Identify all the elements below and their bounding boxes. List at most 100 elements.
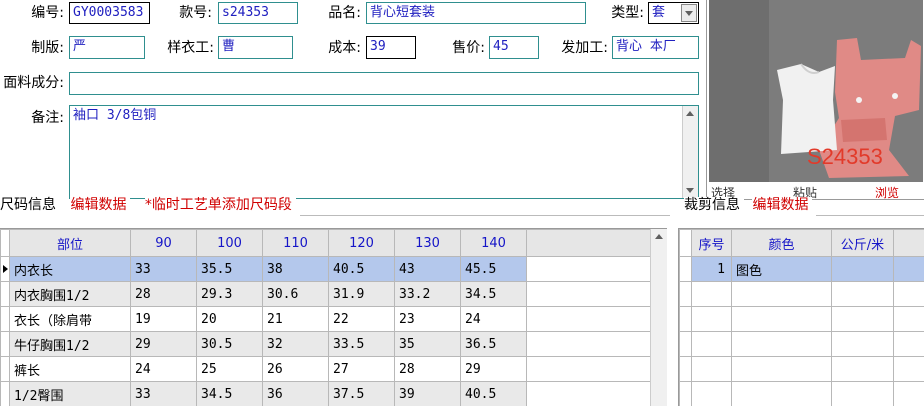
cell[interactable]: 34.5 [197, 382, 263, 406]
cell[interactable]: 33 [131, 382, 197, 406]
cell[interactable]: 33 [131, 257, 197, 282]
cell[interactable]: 28 [395, 357, 461, 382]
scroll-up-icon[interactable] [686, 111, 694, 116]
cell[interactable]: 28 [131, 282, 197, 307]
cell[interactable]: 29.3 [197, 282, 263, 307]
cell[interactable]: 33.2 [395, 282, 461, 307]
cell[interactable]: 36.5 [461, 332, 527, 357]
type-dropdown-button[interactable] [681, 4, 697, 22]
cell[interactable]: 内衣胸围1/2 [10, 282, 131, 307]
cell[interactable]: 23 [395, 307, 461, 332]
cell[interactable]: 29 [131, 332, 197, 357]
table-row[interactable] [680, 332, 924, 357]
browse-image-label: 浏览 [875, 186, 899, 200]
cell[interactable]: 裤长 [10, 357, 131, 382]
cell[interactable]: 32 [263, 332, 329, 357]
scroll-down-icon[interactable] [686, 188, 694, 193]
size-section-title: 尺码信息 [0, 197, 60, 213]
cell[interactable]: 43 [395, 257, 461, 282]
type-select[interactable]: 套 [648, 2, 699, 24]
price-field[interactable]: 45 [489, 36, 539, 59]
cell[interactable]: 25 [197, 357, 263, 382]
style-watermark: S24353 [807, 144, 883, 169]
cell[interactable]: 24 [131, 357, 197, 382]
browse-image-button[interactable]: 浏览 [875, 184, 899, 201]
cell[interactable]: 37.5 [329, 382, 395, 406]
product-name-field[interactable]: 背心短套装 [366, 2, 586, 24]
remark-text: 袖口 3/8包铜 [73, 108, 156, 123]
cell[interactable]: 35.5 [197, 257, 263, 282]
cost-field[interactable]: 39 [366, 36, 416, 59]
cell[interactable]: 33.5 [329, 332, 395, 357]
size-col-140[interactable]: 140 [461, 230, 527, 257]
cell[interactable]: 1 [692, 257, 732, 282]
fabric-field[interactable] [69, 72, 699, 95]
table-row[interactable]: 牛仔胸围1/2 29 30.5 32 33.5 35 36.5 [1, 332, 651, 357]
table-row[interactable]: 衣长（除肩带 19 20 21 22 23 24 [1, 307, 651, 332]
cell[interactable]: 35 [395, 332, 461, 357]
cut-col-color[interactable]: 颜色 [732, 230, 832, 257]
cell[interactable]: 内衣长 [10, 257, 131, 282]
table-row[interactable]: 内衣长 33 35.5 38 40.5 43 45.5 [1, 257, 651, 282]
style-field[interactable]: s24353 [218, 2, 298, 24]
cut-edit-link[interactable]: 编辑数据 [752, 197, 812, 213]
cell[interactable] [832, 257, 894, 282]
cell[interactable]: 22 [329, 307, 395, 332]
cell[interactable]: 34.5 [461, 282, 527, 307]
table-row[interactable] [680, 307, 924, 332]
size-col-110[interactable]: 110 [263, 230, 329, 257]
remark-textarea[interactable]: 袖口 3/8包铜 [69, 105, 699, 199]
cell[interactable]: 26 [263, 357, 329, 382]
size-col-100[interactable]: 100 [197, 230, 263, 257]
cell[interactable]: 19 [131, 307, 197, 332]
size-col-part[interactable]: 部位 [10, 230, 131, 257]
image-panel: S24353 选择 粘贴 浏览 [706, 0, 924, 200]
cell[interactable]: 24 [461, 307, 527, 332]
cell[interactable]: 1/2臀围 [10, 382, 131, 406]
cell[interactable]: 衣长（除肩带 [10, 307, 131, 332]
cell[interactable]: 30.6 [263, 282, 329, 307]
cell[interactable]: 39 [395, 382, 461, 406]
cell[interactable]: 36 [263, 382, 329, 406]
remark-scrollbar[interactable] [682, 106, 698, 198]
cell[interactable]: 21 [263, 307, 329, 332]
cell[interactable]: 38 [263, 257, 329, 282]
factory-field[interactable]: 背心 本厂 [612, 36, 699, 59]
cell[interactable]: 45.5 [461, 257, 527, 282]
table-row[interactable]: 裤长 24 25 26 27 28 29 [1, 357, 651, 382]
size-add-note[interactable]: *临时工艺单添加尺码段 [145, 197, 296, 213]
type-select-value: 套 [652, 5, 665, 20]
product-photo: S24353 [709, 0, 923, 182]
cut-col-kg-per-meter[interactable]: 公斤/米 [832, 230, 894, 257]
cell[interactable]: 40.5 [329, 257, 395, 282]
table-row[interactable] [680, 282, 924, 307]
size-col-90[interactable]: 90 [131, 230, 197, 257]
cut-col-index[interactable]: 序号 [692, 230, 732, 257]
pattern-field[interactable]: 严 [69, 36, 145, 59]
table-row[interactable]: 1/2臀围 33 34.5 36 37.5 39 40.5 [1, 382, 651, 406]
cell[interactable]: 31.9 [329, 282, 395, 307]
cell[interactable]: 27 [329, 357, 395, 382]
cell[interactable]: 40.5 [461, 382, 527, 406]
cell[interactable]: 30.5 [197, 332, 263, 357]
scroll-up-icon[interactable] [655, 234, 663, 239]
cell[interactable]: 牛仔胸围1/2 [10, 332, 131, 357]
product-photo-illustration: S24353 [709, 0, 923, 182]
size-grid-scrollbar[interactable] [650, 229, 667, 406]
table-row[interactable]: 1 图色 [680, 257, 924, 282]
current-row-icon [3, 265, 8, 273]
cell[interactable]: 29 [461, 357, 527, 382]
size-edit-link[interactable]: 编辑数据 [70, 197, 130, 213]
table-row[interactable] [680, 382, 924, 406]
code-field[interactable]: GY0003583 [69, 2, 150, 24]
cell[interactable]: 20 [197, 307, 263, 332]
table-row[interactable] [680, 357, 924, 382]
type-label: 类型: [590, 3, 644, 23]
size-col-120[interactable]: 120 [329, 230, 395, 257]
size-table[interactable]: 部位 90 100 110 120 130 140 内衣长 33 35.5 38… [0, 229, 651, 406]
cut-table[interactable]: 序号 颜色 公斤/米 1 图色 [679, 229, 924, 406]
cell[interactable]: 图色 [732, 257, 832, 282]
table-row[interactable]: 内衣胸围1/2 28 29.3 30.6 31.9 33.2 34.5 [1, 282, 651, 307]
sample-maker-field[interactable]: 曹 [218, 36, 293, 59]
size-col-130[interactable]: 130 [395, 230, 461, 257]
